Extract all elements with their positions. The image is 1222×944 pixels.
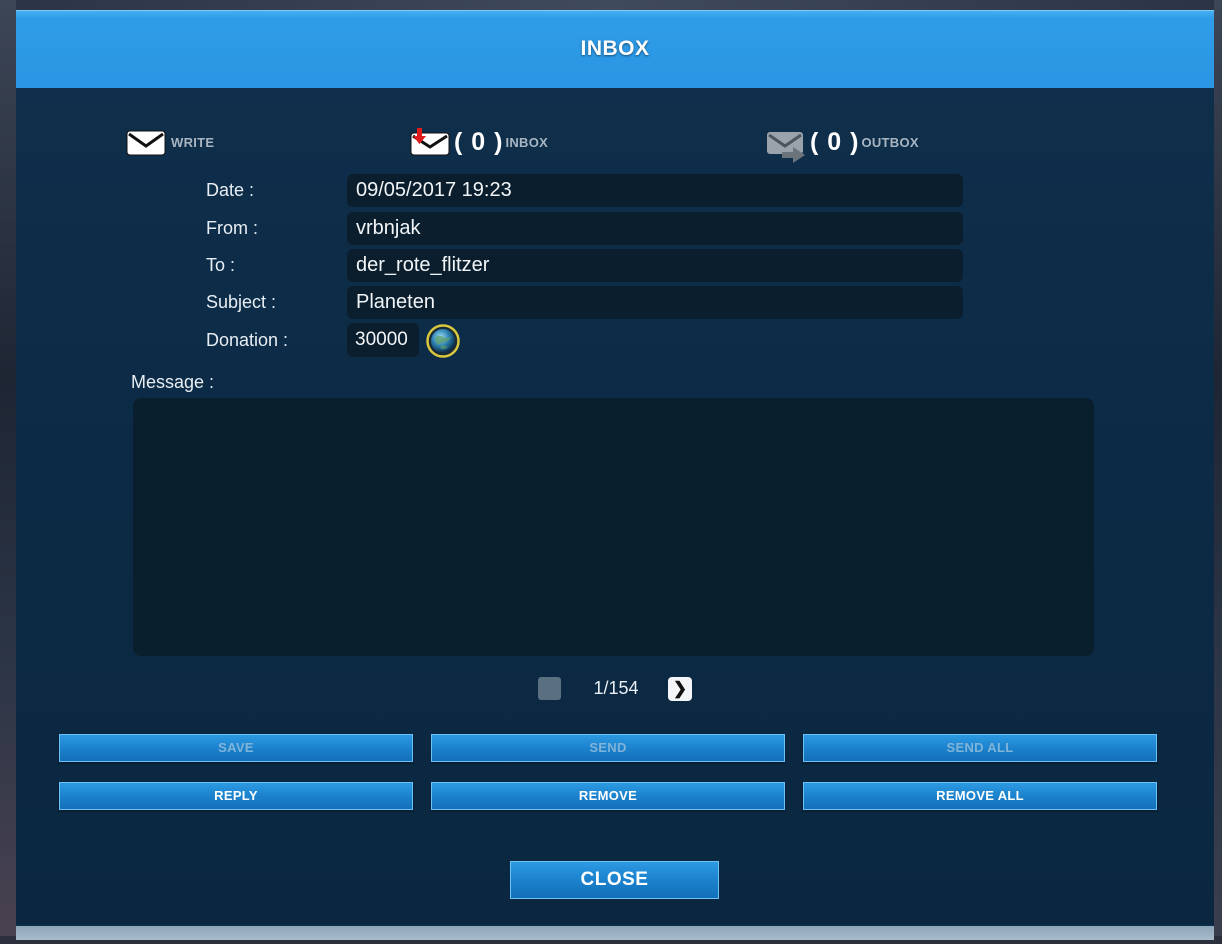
save-button[interactable]: SAVE — [59, 734, 413, 762]
remove-all-button[interactable]: REMOVE ALL — [803, 782, 1157, 810]
reply-button[interactable]: REPLY — [59, 782, 413, 810]
tab-write-label: WRITE — [171, 134, 215, 150]
to-field: der_rote_flitzer — [347, 249, 963, 282]
envelope-icon — [126, 128, 166, 156]
tab-outbox-label: OUTBOX — [861, 134, 919, 150]
tab-write[interactable]: WRITE — [126, 122, 214, 162]
background-left — [0, 0, 16, 944]
tab-outbox[interactable]: ( 0 ) OUTBOX — [766, 122, 919, 163]
previous-page-button[interactable] — [538, 677, 561, 700]
from-label: From : — [206, 218, 258, 238]
date-field: 09/05/2017 19:23 — [347, 174, 963, 207]
donation-field: 30000 — [347, 323, 419, 357]
date-label: Date : — [206, 180, 255, 200]
next-page-button[interactable]: ❯ — [668, 677, 692, 701]
envelope-outgoing-icon — [766, 128, 806, 163]
title-bar: INBOX — [16, 10, 1214, 88]
tab-inbox[interactable]: ( 0 ) INBOX — [410, 122, 548, 162]
outbox-count: ( 0 ) — [810, 127, 860, 156]
message-body[interactable] — [133, 398, 1094, 656]
subject-field: Planeten — [347, 286, 963, 319]
close-button[interactable]: CLOSE — [510, 861, 719, 899]
window-bottom-border — [16, 924, 1214, 940]
donation-label: Donation : — [206, 330, 289, 350]
subject-label: Subject : — [206, 292, 277, 312]
tab-inbox-label: INBOX — [505, 134, 549, 150]
page-indicator: 1/154 — [593, 678, 639, 698]
window-title: INBOX — [580, 37, 650, 60]
from-field: vrbnjak — [347, 212, 963, 245]
chevron-right-icon: ❯ — [672, 679, 688, 698]
to-label: To : — [206, 255, 236, 275]
remove-button[interactable]: REMOVE — [431, 782, 785, 810]
background-top — [0, 0, 1222, 10]
envelope-incoming-icon — [410, 128, 450, 156]
message-label: Message : — [131, 372, 215, 392]
inbox-count: ( 0 ) — [454, 127, 504, 156]
planet-coin-icon — [426, 324, 460, 358]
send-all-button[interactable]: SEND ALL — [803, 734, 1157, 762]
background-right — [1214, 0, 1222, 944]
send-button[interactable]: SEND — [431, 734, 785, 762]
inbox-window: INBOX WRITE ( 0 ) INBOX (0) OUTBOX Dat… — [16, 10, 1214, 940]
